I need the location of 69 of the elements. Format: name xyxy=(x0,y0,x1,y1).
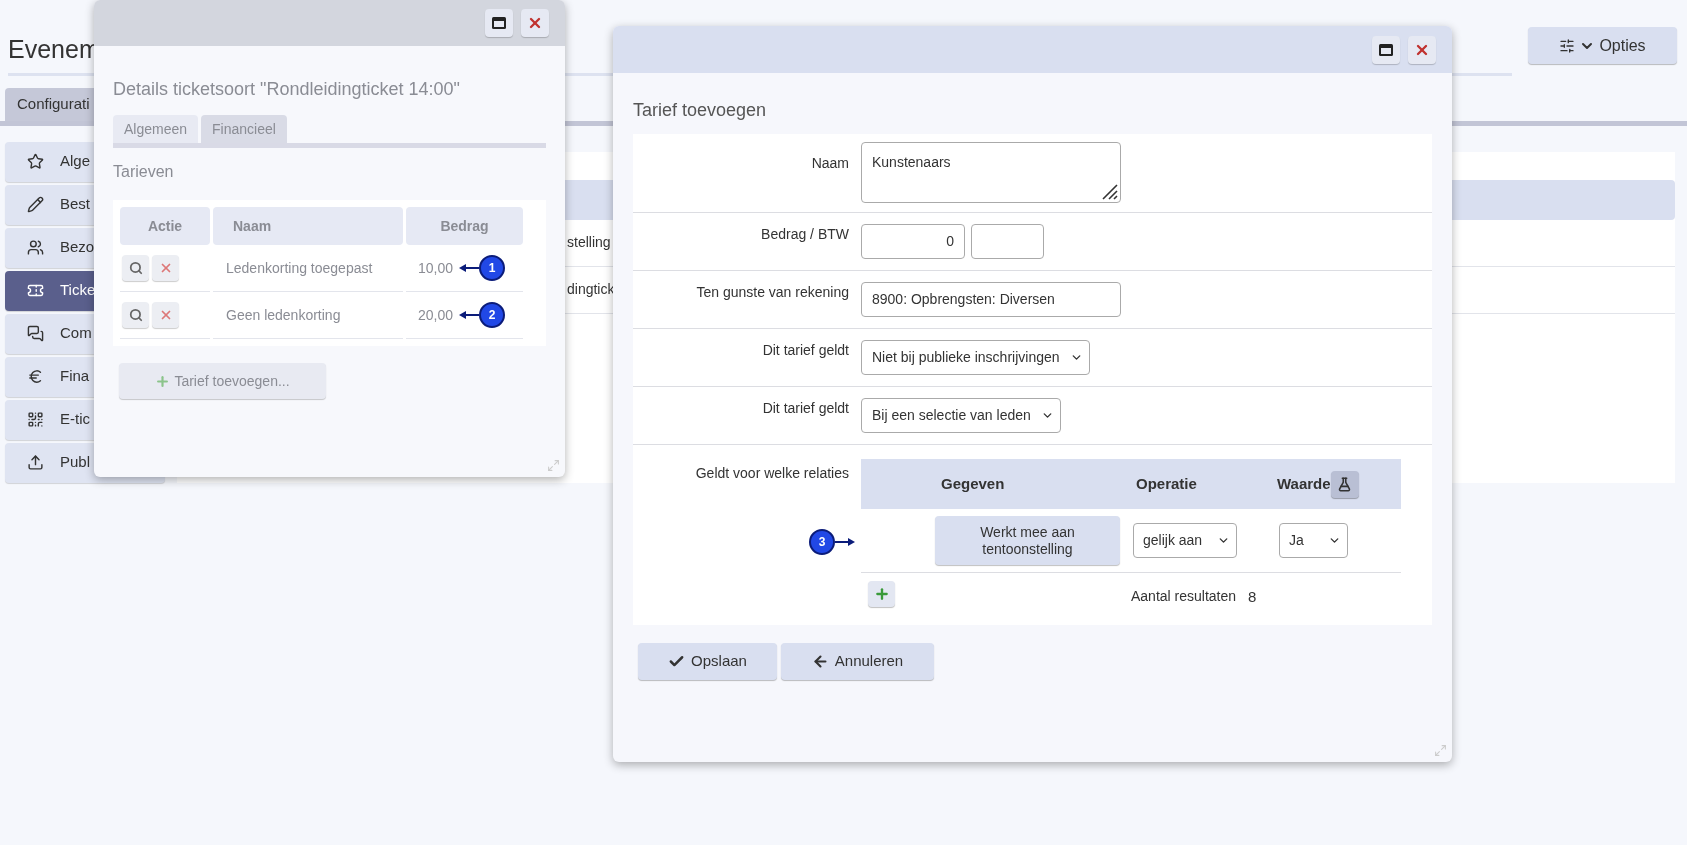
criterion-button[interactable]: Werkt mee aan tentoonstelling xyxy=(935,516,1120,565)
name-textarea[interactable]: Kunstenaars xyxy=(861,142,1121,203)
amount-field[interactable]: 0 xyxy=(861,224,965,259)
column-header: Bedrag xyxy=(406,207,523,245)
view-button[interactable] xyxy=(122,302,149,328)
field-label: Ten gunste van rekening xyxy=(695,283,850,302)
column-header: Waarde xyxy=(1276,473,1331,494)
table-cell-text: Ledenkorting toegepast xyxy=(226,258,373,278)
window-toggle-button[interactable] xyxy=(1372,35,1400,64)
column-header: Actie xyxy=(120,207,210,245)
column-header: Operatie xyxy=(1135,473,1198,494)
pointer-arrow-icon xyxy=(459,311,480,319)
window-icon xyxy=(492,17,506,29)
resize-handle-icon xyxy=(1434,744,1447,757)
table-cell-text: stelling xyxy=(567,233,611,252)
pointer-arrow-icon xyxy=(459,264,480,272)
delete-button[interactable] xyxy=(152,255,179,281)
column-header: Gegeven xyxy=(940,473,1006,494)
window-icon xyxy=(1379,43,1393,56)
callout-badge: 3 xyxy=(809,529,835,555)
account-field[interactable]: 8900: Opbrengsten: Diversen xyxy=(861,282,1121,317)
table-cell-text: dingtick xyxy=(567,280,615,299)
resize-handle-icon xyxy=(547,459,560,472)
save-button[interactable]: Opslaan xyxy=(638,642,777,680)
callout-badge: 2 xyxy=(479,302,506,328)
flask-icon xyxy=(1337,476,1353,492)
callout-badge: 1 xyxy=(479,255,506,281)
results-count: 8 xyxy=(1248,587,1257,607)
operation-dropdown[interactable]: gelijk aan xyxy=(1133,523,1237,558)
table-cell-text: 20,00 xyxy=(418,305,454,325)
close-button[interactable] xyxy=(1408,35,1436,64)
options-button[interactable]: Opties xyxy=(1528,27,1677,64)
filter-test-button[interactable] xyxy=(1330,470,1359,498)
table-cell-text: Geen ledenkorting xyxy=(226,305,341,325)
cancel-button[interactable]: Annuleren xyxy=(781,642,934,680)
search-icon xyxy=(128,308,143,322)
plus-icon xyxy=(873,586,890,602)
dropdown[interactable]: Niet bij publieke inschrijvingen xyxy=(861,340,1090,375)
people-icon xyxy=(27,239,44,256)
view-button[interactable] xyxy=(122,255,149,281)
field-label: Dit tarief geldt xyxy=(761,399,850,418)
close-icon xyxy=(527,15,543,31)
add-criterion-button[interactable] xyxy=(868,581,895,607)
sliders-icon xyxy=(1559,37,1576,54)
table-cell-text: 10,00 xyxy=(418,258,454,278)
plus-icon xyxy=(155,373,171,389)
chat-bubbles-icon xyxy=(27,325,44,342)
ticket-icon xyxy=(27,282,44,299)
column-header: Naam xyxy=(213,207,403,245)
star-icon xyxy=(27,153,44,170)
field-label: Bedrag / BTW xyxy=(760,225,850,244)
dropdown[interactable]: Bij een selectie van leden xyxy=(861,398,1061,433)
close-button[interactable] xyxy=(521,9,549,37)
results-label: Aantal resultaten xyxy=(1131,587,1237,606)
value-dropdown[interactable]: Ja xyxy=(1279,523,1348,558)
upload-icon xyxy=(27,454,44,471)
window-toggle-button[interactable] xyxy=(485,9,513,37)
field-label: Dit tarief geldt xyxy=(761,341,850,360)
field-label: Naam xyxy=(810,154,850,173)
euro-icon xyxy=(27,368,44,385)
pointer-arrow-icon xyxy=(835,538,855,546)
delete-button[interactable] xyxy=(152,302,179,328)
vat-field[interactable] xyxy=(971,224,1044,259)
dialog-title: Details ticketsoort "Rondleidingticket 14:00" xyxy=(113,78,461,101)
dialog-title: Tarief toevoegen xyxy=(633,99,768,122)
search-icon xyxy=(128,261,143,275)
field-label: Geldt voor welke relaties xyxy=(694,464,850,483)
pencil-icon xyxy=(27,196,44,213)
qr-code-icon xyxy=(27,411,44,428)
